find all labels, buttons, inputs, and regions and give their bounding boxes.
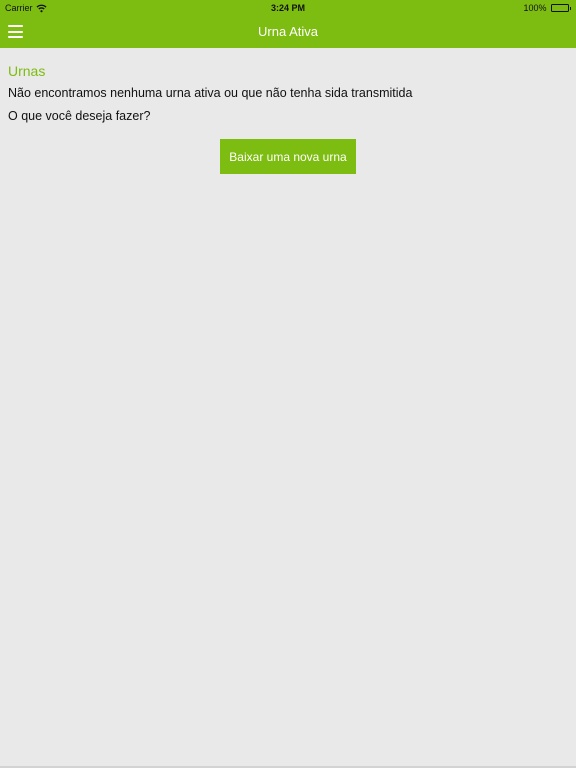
battery-icon — [550, 4, 571, 12]
battery-status: 100% — [523, 0, 571, 16]
top-bar: Carrier 3:24 PM 100% Urna Ativa — [0, 0, 576, 48]
page-title: Urna Ativa — [258, 24, 318, 39]
app-screen: Carrier 3:24 PM 100% Urna Ativa Urnas Nã… — [0, 0, 576, 768]
status-bar: Carrier 3:24 PM 100% — [0, 0, 576, 16]
navigation-bar: Urna Ativa — [0, 16, 576, 48]
download-new-urn-button[interactable]: Baixar uma nova urna — [220, 139, 356, 174]
main-content: Urnas Não encontramos nenhuma urna ativa… — [8, 60, 568, 128]
action-question: O que você deseja fazer? — [8, 109, 151, 123]
empty-state-message: Não encontramos nenhuma urna ativa ou qu… — [8, 86, 413, 100]
battery-percent: 100% — [523, 3, 547, 13]
status-time: 3:24 PM — [270, 3, 305, 13]
section-title: Urnas — [8, 63, 46, 79]
